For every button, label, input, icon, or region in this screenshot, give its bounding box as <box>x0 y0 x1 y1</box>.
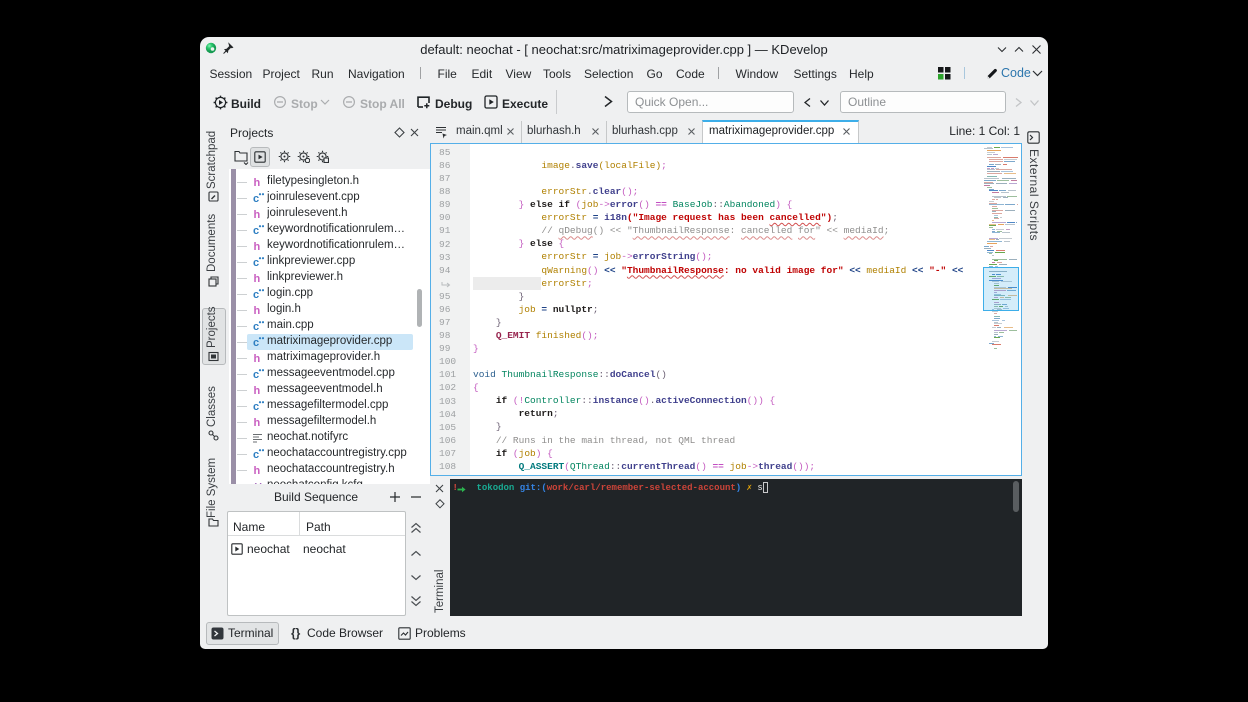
svg-text:h: h <box>254 385 261 396</box>
svg-text:c: c <box>253 369 259 380</box>
svg-text:c: c <box>253 193 259 204</box>
svg-text:h: h <box>254 465 261 476</box>
svg-text:c: c <box>253 321 259 332</box>
svg-text:c: c <box>253 449 259 460</box>
svg-text:c: c <box>253 225 259 236</box>
svg-text:h: h <box>254 209 261 220</box>
svg-text:h: h <box>254 241 261 252</box>
svg-text:(): () <box>253 482 264 485</box>
svg-text:c: c <box>253 401 259 412</box>
svg-text:h: h <box>254 273 261 284</box>
svg-text:h: h <box>254 305 261 316</box>
svg-text:c: c <box>253 257 259 268</box>
svg-text:h: h <box>254 417 261 428</box>
svg-text:h: h <box>254 177 261 188</box>
svg-text:c: c <box>253 337 259 348</box>
svg-text:c: c <box>253 289 259 300</box>
svg-text:h: h <box>254 353 261 364</box>
